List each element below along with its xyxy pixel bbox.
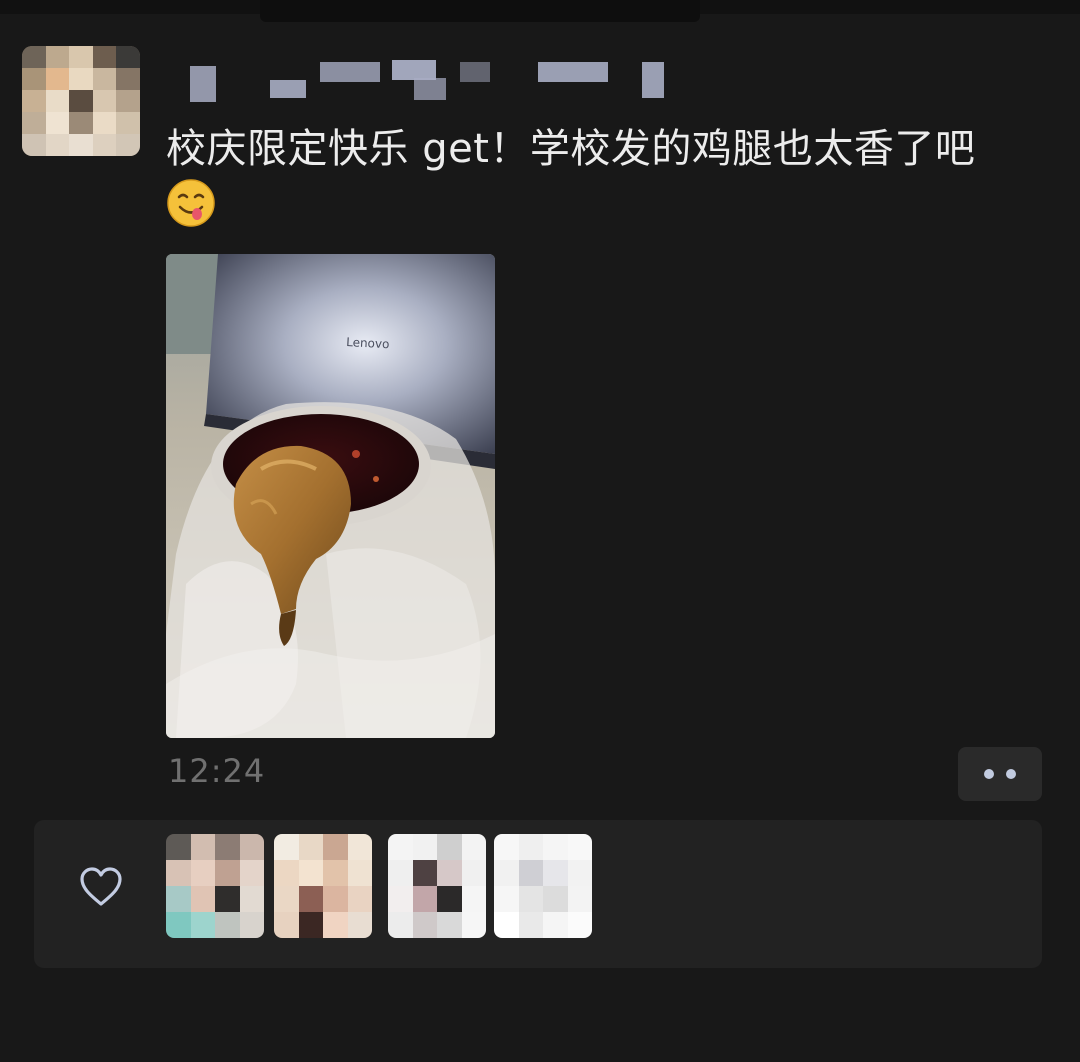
poster-name-redacted[interactable] [170,58,670,102]
liker-avatar[interactable] [166,834,264,938]
svg-text:Lenovo: Lenovo [346,335,390,351]
post-photo[interactable]: Lenovo [166,254,495,738]
more-dot-icon [984,769,994,779]
status-strip [0,0,1080,22]
more-dot-icon [1006,769,1016,779]
more-actions-button[interactable] [958,747,1042,801]
heart-icon [80,867,122,906]
chicken-leg-photo: Lenovo [166,254,495,738]
liker-avatar[interactable] [494,834,592,938]
liker-avatar[interactable] [274,834,372,938]
likes-panel [34,820,1042,968]
yum-face-emoji [167,179,215,227]
poster-avatar[interactable] [22,46,140,156]
status-strip-shadow [260,0,700,22]
post-timestamp: 12:24 [168,752,266,790]
post-text: 校庆限定快乐 get！学校发的鸡腿也太香了吧 [166,126,976,172]
post-text-block: 校庆限定快乐 get！学校发的鸡腿也太香了吧 [166,120,1066,236]
liker-avatar[interactable] [388,834,486,938]
